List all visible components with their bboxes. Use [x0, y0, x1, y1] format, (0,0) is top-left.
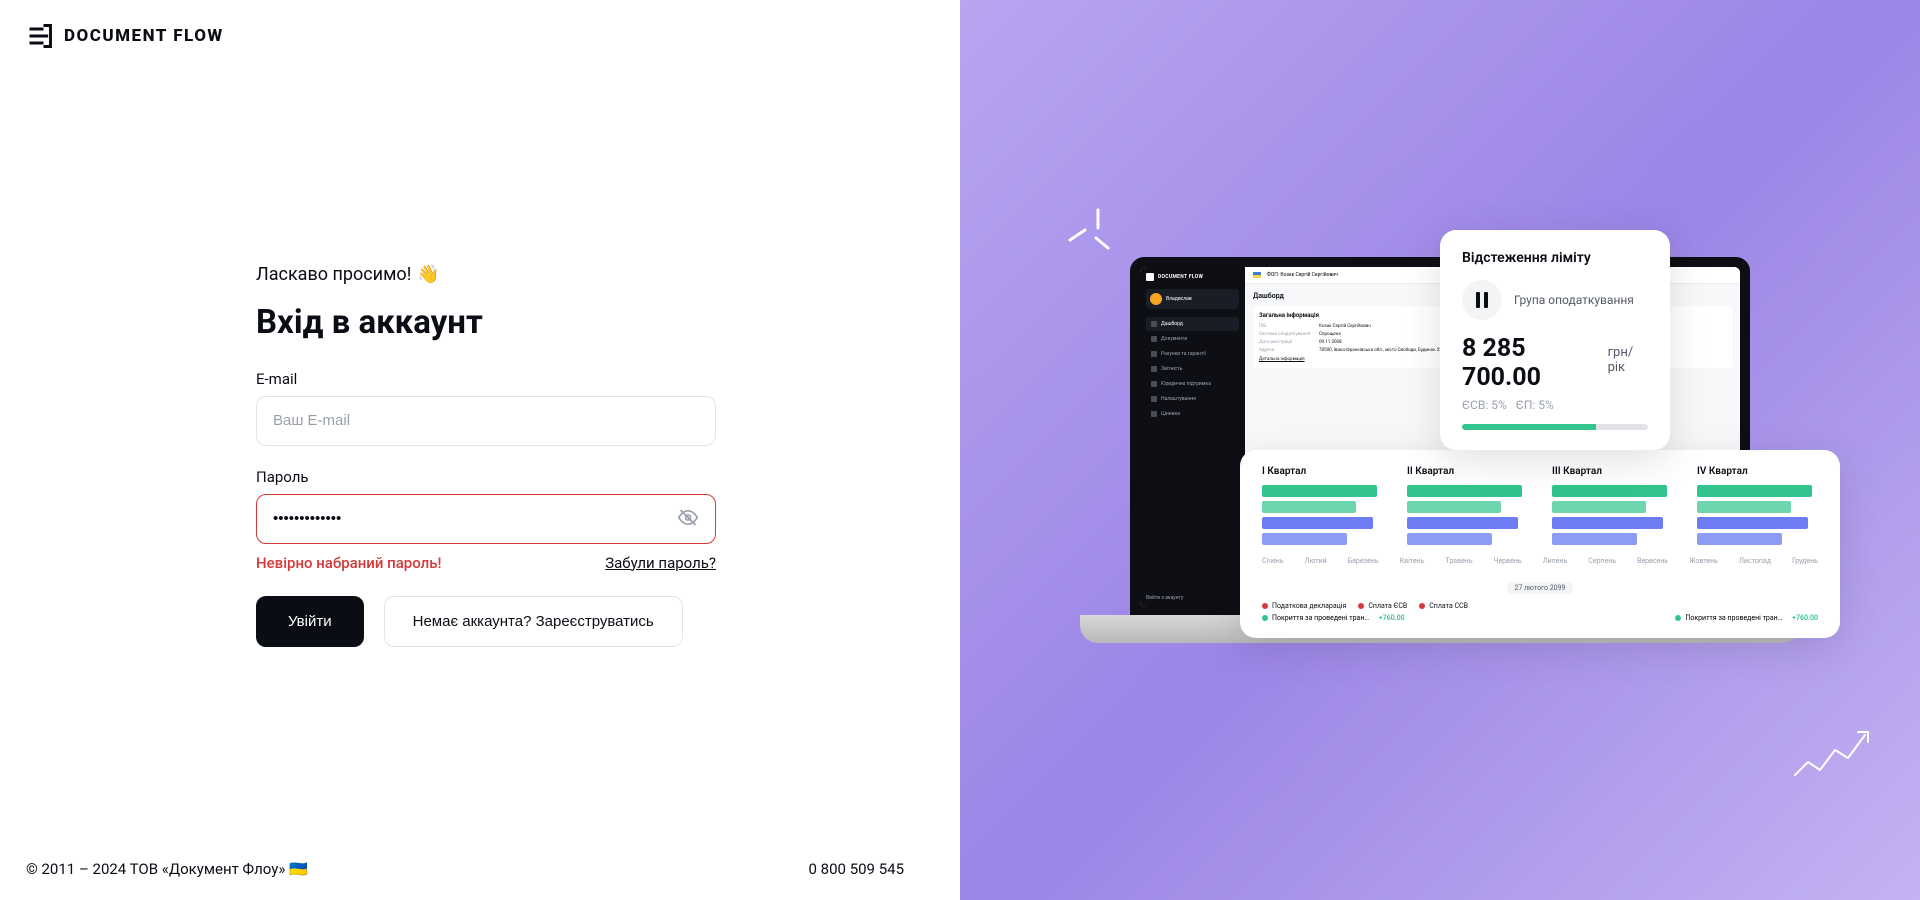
event-5-amount: +760.00 [1792, 614, 1818, 622]
event-1: Податкова декларація [1272, 602, 1346, 610]
copyright-text: © 2011 – 2024 ТОВ «Документ Флоу» [26, 860, 285, 878]
preview-user: Владислав [1166, 296, 1192, 302]
month-10: Жовтень [1689, 557, 1718, 565]
preview-sidebar: DOCUMENT FLOW Владислав Дашборд Документ… [1140, 267, 1245, 607]
welcome-text: Ласкаво просимо! 👋 [256, 264, 716, 285]
rate-esv: ЄСВ: 5% [1462, 398, 1507, 412]
preview-nav-documents: Документи [1146, 332, 1239, 346]
event-4-amount: +760.00 [1379, 614, 1405, 622]
register-button[interactable]: Немає аккаунта? Зареєструватись [384, 596, 683, 647]
password-label: Пароль [256, 468, 716, 486]
months-row: Січень Лютий Березень Квітень Травень Че… [1262, 557, 1818, 565]
pause-icon [1476, 292, 1488, 308]
quarters-card: I Квартал II Квартал III Квартал IV Квар… [1240, 450, 1840, 638]
quarter-3-title: III Квартал [1552, 466, 1673, 477]
limit-title: Відстеження ліміту [1462, 250, 1648, 266]
month-5: Травень [1446, 557, 1473, 565]
event-4: Покриття за проведені тран… [1272, 614, 1369, 622]
limit-amount: 8 285 700.00 [1462, 334, 1602, 392]
month-4: Квітень [1400, 557, 1425, 565]
forgot-password-link[interactable]: Забули пароль? [605, 554, 716, 572]
events-row-1: Податкова декларація Сплата ЄСВ Сплата С… [1262, 602, 1818, 610]
preview-logo-text: DOCUMENT FLOW [1158, 274, 1203, 280]
quarter-2-title: II Квартал [1407, 466, 1528, 477]
logo-icon [26, 22, 54, 50]
month-8: Серпень [1588, 557, 1616, 565]
quarter-2: II Квартал [1407, 466, 1528, 545]
event-3: Сплата ССВ [1429, 602, 1468, 610]
preview-topbar-user: ФОП: Козак Сергій Сергійович [1267, 272, 1338, 278]
date-chip: 27 лютого 2099 [1507, 582, 1574, 594]
month-9: Вересень [1637, 557, 1668, 565]
month-3: Березень [1348, 557, 1379, 565]
limit-card: Відстеження ліміту Група оподаткування 8… [1440, 230, 1670, 450]
limit-unit: грн/рік [1608, 345, 1648, 375]
footer-phone: 0 800 509 545 [809, 860, 904, 878]
quarter-4-title: IV Квартал [1697, 466, 1818, 477]
preview-nav-settings: Налаштування [1146, 392, 1239, 406]
password-field[interactable] [256, 494, 716, 544]
sparkle-icon [1060, 200, 1120, 260]
group-badge [1462, 280, 1502, 320]
limit-rates: ЄСВ: 5% ЄП: 5% [1462, 398, 1648, 412]
preview-nav-invoices: Рахунки та гарантії [1146, 347, 1239, 361]
growth-arrow-icon [1790, 720, 1880, 790]
event-5: Покриття за проведені тран… [1685, 614, 1782, 622]
brand-logo: DOCUMENT FLOW [26, 22, 934, 50]
quarter-1-title: I Квартал [1262, 466, 1383, 477]
quarter-4: IV Квартал [1697, 466, 1818, 545]
eye-off-icon [678, 507, 698, 527]
flag-icon: 🇺🇦 [289, 860, 308, 878]
preview-nav-agents: Юридична підтримка [1146, 377, 1239, 391]
welcome-label: Ласкаво просимо! [256, 264, 411, 285]
preview-nav-help: Цінники [1146, 407, 1239, 421]
month-12: Грудень [1792, 557, 1818, 565]
limit-progress [1462, 424, 1648, 430]
month-11: Листопад [1739, 557, 1771, 565]
preview-nav-reports: Звітність [1146, 362, 1239, 376]
flag-icon [1253, 272, 1261, 278]
preview-logout: Вийти з акаунту [1146, 595, 1183, 601]
password-error: Невірно набраний пароль! [256, 554, 441, 572]
toggle-password-button[interactable] [674, 503, 702, 534]
event-2: Сплата ЄСВ [1368, 602, 1407, 610]
limit-progress-bar [1462, 424, 1596, 430]
logo-text: DOCUMENT FLOW [64, 26, 224, 46]
quarter-3: III Квартал [1552, 466, 1673, 545]
copyright: © 2011 – 2024 ТОВ «Документ Флоу» 🇺🇦 [26, 860, 308, 878]
month-2: Лютий [1305, 557, 1327, 565]
page-title: Вхід в аккаунт [256, 303, 716, 342]
preview-nav-dashboard: Дашборд [1146, 317, 1239, 331]
month-1: Січень [1262, 557, 1284, 565]
login-button[interactable]: Увійти [256, 596, 364, 647]
email-label: E-mail [256, 370, 716, 388]
email-field[interactable] [256, 396, 716, 446]
rate-ep: ЄП: 5% [1516, 398, 1554, 412]
events-row-2: Покриття за проведені тран… +760.00 Покр… [1262, 614, 1818, 622]
quarter-1: I Квартал [1262, 466, 1383, 545]
limit-group-label: Група оподаткування [1514, 292, 1634, 308]
month-6: Червень [1494, 557, 1522, 565]
wave-icon: 👋 [417, 264, 439, 285]
month-7: Липень [1543, 557, 1568, 565]
